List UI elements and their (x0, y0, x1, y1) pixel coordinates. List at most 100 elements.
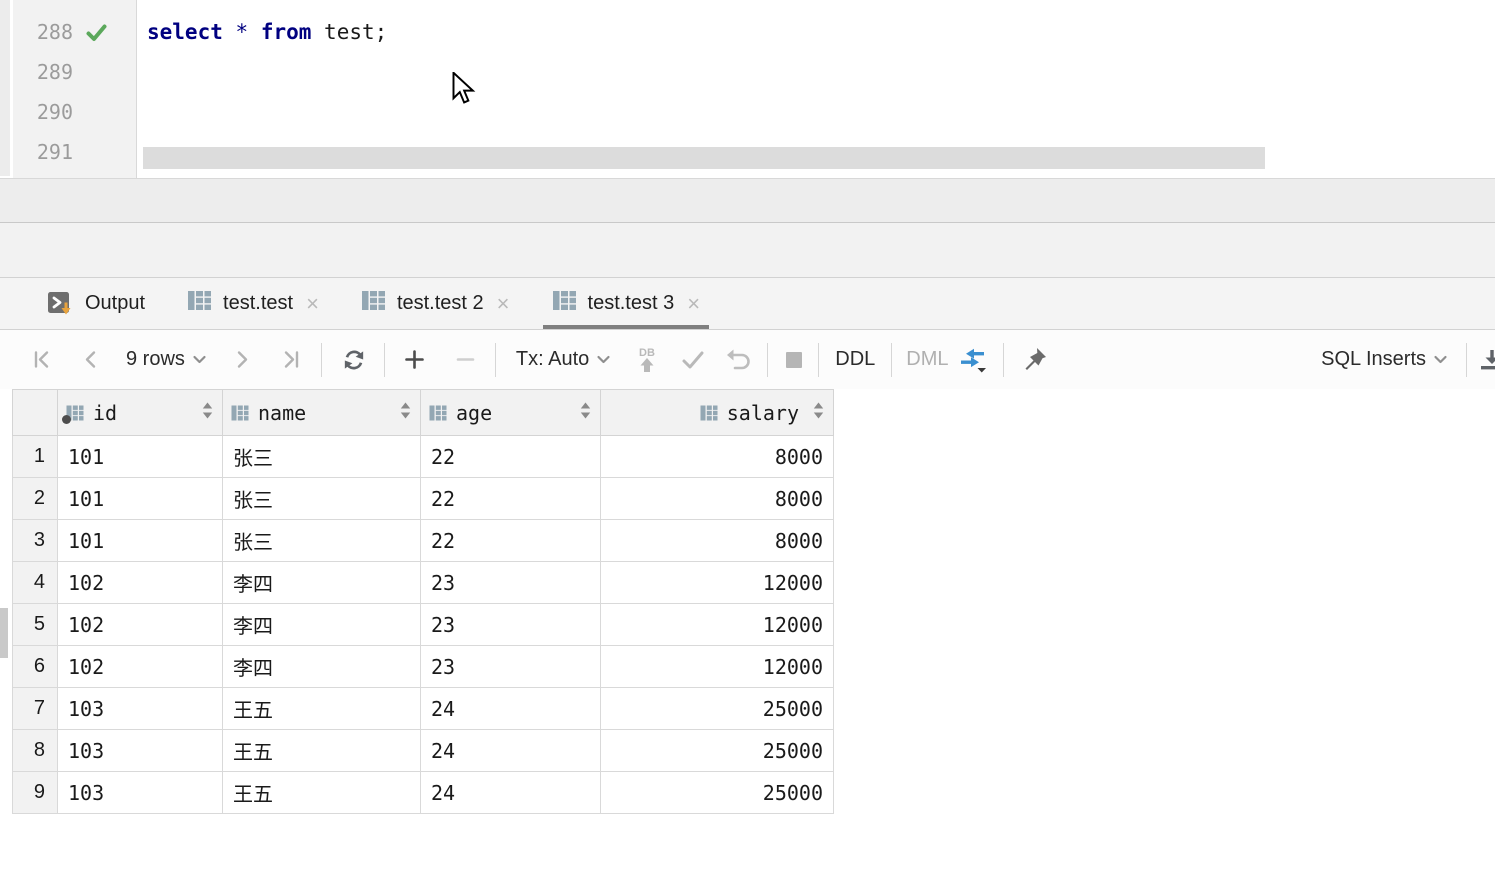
tab-output[interactable]: Output (30, 278, 162, 329)
cell-name[interactable]: 李四 (223, 646, 421, 688)
line-number: 289 (21, 60, 73, 84)
cell-salary[interactable]: 12000 (601, 604, 834, 646)
cell-name[interactable]: 张三 (223, 478, 421, 520)
cell-id[interactable]: 101 (58, 478, 223, 520)
chevron-down-icon (596, 354, 611, 365)
tab-test-test[interactable]: test.test × (170, 278, 336, 329)
commit-button[interactable] (679, 348, 707, 372)
row-number[interactable]: 6 (13, 646, 58, 688)
row-number[interactable]: 9 (13, 772, 58, 814)
first-page-button[interactable] (30, 348, 53, 371)
cell-id[interactable]: 103 (58, 730, 223, 772)
gutter-line: 288 (13, 12, 136, 52)
pin-tab-button[interactable] (1020, 345, 1050, 375)
delete-row-button[interactable] (454, 348, 477, 371)
sort-icon[interactable] (201, 401, 214, 425)
tab-test-test-3[interactable]: test.test 3 × (535, 278, 718, 329)
row-number[interactable]: 5 (13, 604, 58, 646)
gutter-line: 291 (13, 132, 136, 172)
cell-age[interactable]: 24 (421, 688, 601, 730)
cell-age[interactable]: 22 (421, 478, 601, 520)
add-row-button[interactable] (403, 348, 426, 371)
output-console-icon (47, 290, 74, 317)
cell-salary[interactable]: 25000 (601, 730, 834, 772)
column-header-name[interactable]: name (223, 390, 421, 436)
column-header-salary[interactable]: salary (601, 390, 834, 436)
cell-id[interactable]: 101 (58, 520, 223, 562)
column-header-id[interactable]: id (58, 390, 223, 436)
column-header-age[interactable]: age (421, 390, 601, 436)
row-number[interactable]: 4 (13, 562, 58, 604)
toolbar-separator (384, 343, 385, 377)
panel-splitter[interactable] (0, 222, 1495, 277)
cell-id[interactable]: 102 (58, 562, 223, 604)
cell-name[interactable]: 王五 (223, 772, 421, 814)
cell-salary[interactable]: 8000 (601, 520, 834, 562)
sql-editor[interactable]: 288 289 290 291 select * from test; (0, 0, 1495, 178)
cell-name[interactable]: 张三 (223, 436, 421, 478)
cell-name[interactable]: 张三 (223, 520, 421, 562)
left-vertical-scrollbar-thumb[interactable] (0, 608, 8, 658)
cell-id[interactable]: 102 (58, 646, 223, 688)
row-number[interactable]: 2 (13, 478, 58, 520)
last-page-button[interactable] (280, 348, 303, 371)
table-row: 6 102 李四 23 12000 (13, 646, 834, 688)
cell-age[interactable]: 24 (421, 772, 601, 814)
transaction-mode-dropdown[interactable]: Tx: Auto (516, 348, 611, 371)
previous-page-button[interactable] (79, 348, 102, 371)
compare-with-dropdown[interactable] (957, 346, 989, 374)
cell-id[interactable]: 103 (58, 688, 223, 730)
cell-id[interactable]: 102 (58, 604, 223, 646)
sql-inserts-label: SQL Inserts (1321, 348, 1426, 371)
cell-salary[interactable]: 12000 (601, 562, 834, 604)
cell-age[interactable]: 23 (421, 562, 601, 604)
sql-table-ref: test; (311, 20, 387, 44)
sql-code-line[interactable]: select * from test; (147, 12, 387, 52)
line-number: 291 (21, 140, 73, 164)
row-number[interactable]: 1 (13, 436, 58, 478)
cell-name[interactable]: 王五 (223, 730, 421, 772)
dml-button[interactable]: DML (906, 348, 948, 371)
row-number[interactable]: 7 (13, 688, 58, 730)
close-icon[interactable]: × (497, 293, 510, 315)
cell-name[interactable]: 李四 (223, 604, 421, 646)
row-number[interactable]: 8 (13, 730, 58, 772)
close-icon[interactable]: × (687, 293, 700, 315)
cell-salary[interactable]: 25000 (601, 688, 834, 730)
cell-name[interactable]: 王五 (223, 688, 421, 730)
close-icon[interactable]: × (306, 293, 319, 315)
next-page-button[interactable] (231, 348, 254, 371)
sort-icon[interactable] (399, 401, 412, 425)
export-data-icon-partial[interactable] (1479, 347, 1495, 373)
cell-id[interactable]: 101 (58, 436, 223, 478)
cell-salary[interactable]: 25000 (601, 772, 834, 814)
editor-bottom-band (0, 178, 1495, 222)
cell-age[interactable]: 24 (421, 730, 601, 772)
cell-salary[interactable]: 8000 (601, 478, 834, 520)
chevron-down-icon (1433, 354, 1448, 365)
rollback-button[interactable] (725, 347, 753, 373)
sql-inserts-dropdown[interactable]: SQL Inserts (1321, 348, 1448, 371)
cell-age[interactable]: 22 (421, 436, 601, 478)
cell-id[interactable]: 103 (58, 772, 223, 814)
cell-salary[interactable]: 12000 (601, 646, 834, 688)
tab-label: test.test 3 (588, 292, 675, 315)
tab-test-test-2[interactable]: test.test 2 × (344, 278, 527, 329)
column-name: id (93, 401, 117, 425)
ddl-button[interactable]: DDL (835, 348, 875, 371)
cell-age[interactable]: 23 (421, 604, 601, 646)
statement-success-check-icon (85, 21, 109, 44)
editor-horizontal-scrollbar[interactable] (143, 147, 1265, 169)
stop-button[interactable] (784, 350, 804, 370)
sort-icon[interactable] (812, 401, 825, 425)
submit-to-database-button[interactable]: DB (633, 345, 661, 375)
row-number[interactable]: 3 (13, 520, 58, 562)
cell-salary[interactable]: 8000 (601, 436, 834, 478)
table-row: 9 103 王五 24 25000 (13, 772, 834, 814)
cell-name[interactable]: 李四 (223, 562, 421, 604)
cell-age[interactable]: 23 (421, 646, 601, 688)
sort-icon[interactable] (579, 401, 592, 425)
cell-age[interactable]: 22 (421, 520, 601, 562)
page-size-dropdown[interactable]: 9 rows (126, 348, 207, 371)
reload-data-button[interactable] (340, 346, 368, 374)
